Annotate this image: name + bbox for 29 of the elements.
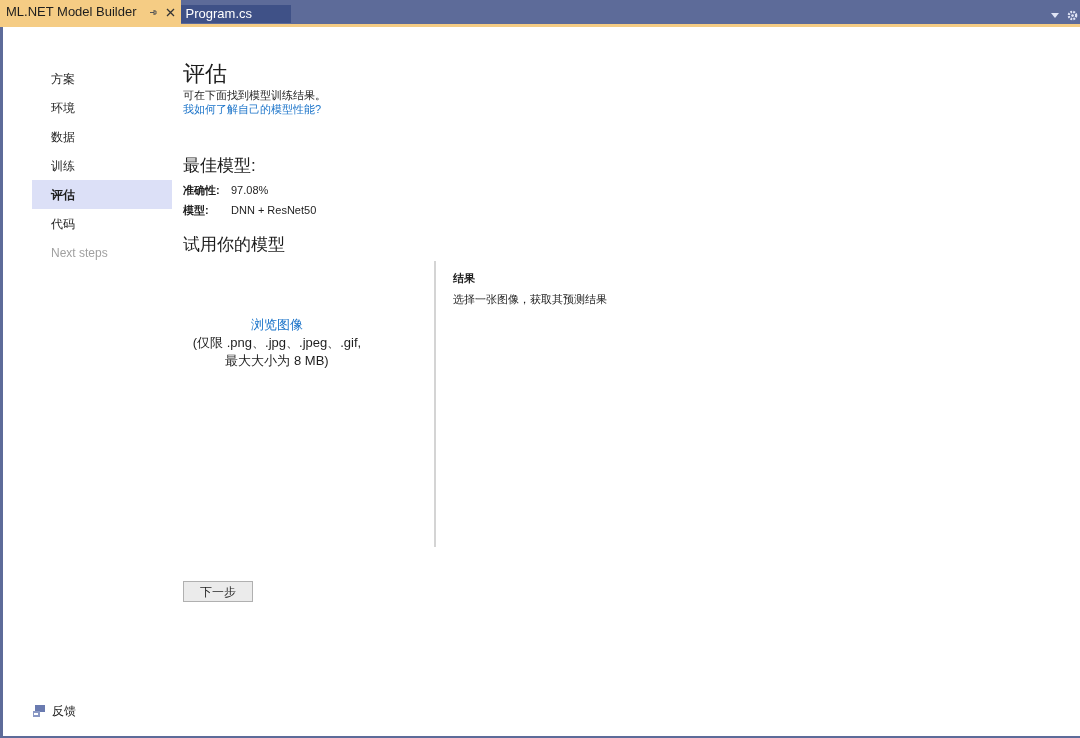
page-title: 评估	[183, 60, 228, 88]
document-tab[interactable]: Program.cs	[180, 5, 291, 23]
nav-item[interactable]: 环境	[32, 93, 172, 122]
page-subtitle: 可在下面找到模型训练结果。	[183, 88, 327, 102]
nav-item[interactable]: 评估	[32, 180, 172, 209]
file-type-hint: 最大大小为 8 MB)	[225, 352, 329, 370]
results-heading: 结果	[453, 271, 476, 286]
help-link[interactable]: 我如何了解自己的模型性能?	[183, 102, 322, 117]
document-tab[interactable]: ML.NET Model Builder	[0, 0, 181, 24]
nav-item[interactable]: 数据	[32, 122, 172, 151]
field-label: 模型:	[183, 203, 210, 218]
pin-icon[interactable]	[148, 7, 158, 17]
section-heading: 最佳模型:	[183, 155, 257, 177]
nav-item[interactable]: 代码	[32, 209, 172, 238]
browse-image-link[interactable]: 浏览图像	[251, 316, 303, 334]
field-value: 97.08%	[231, 183, 269, 198]
results-text: 选择一张图像，获取其预测结果	[453, 291, 607, 307]
field-value: DNN + ResNet50	[231, 203, 317, 218]
dropdown-icon[interactable]	[1051, 13, 1059, 18]
next-button[interactable]: 下一步	[183, 581, 253, 602]
feedback-link[interactable]: 反馈	[52, 702, 76, 720]
field-label: 准确性:	[183, 183, 221, 198]
file-type-hint: (仅限 .png、.jpg、.jpeg、.gif,	[192, 334, 362, 352]
nav-item[interactable]: 训练	[32, 151, 172, 180]
feedback-icon[interactable]	[32, 704, 46, 718]
nav-item[interactable]: 方案	[32, 64, 172, 93]
close-icon[interactable]	[165, 7, 175, 17]
section-heading: 试用你的模型	[183, 234, 286, 256]
settings-icon[interactable]	[1067, 10, 1078, 21]
